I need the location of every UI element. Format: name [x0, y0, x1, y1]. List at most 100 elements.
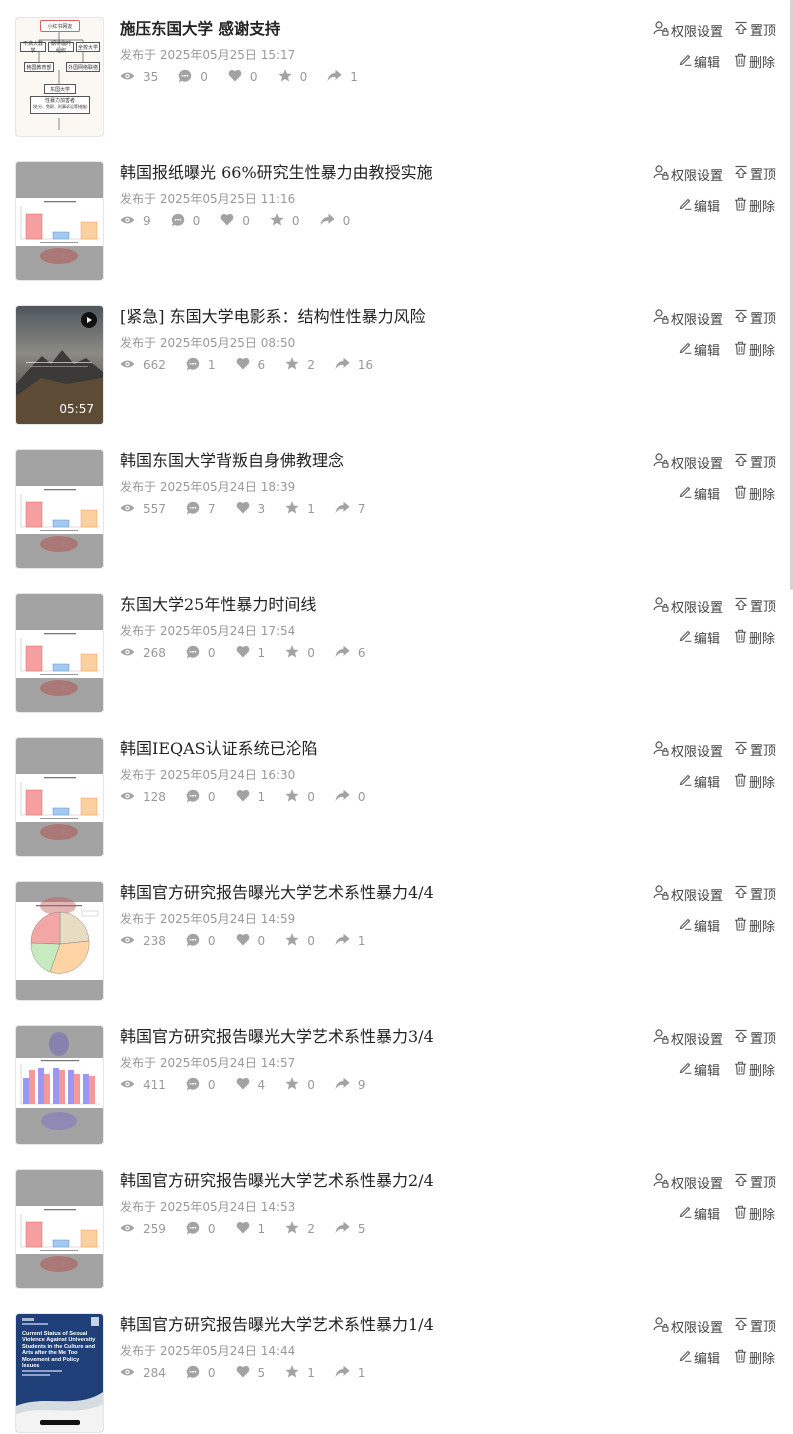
permission-label: 权限设置 — [671, 456, 724, 472]
post-item[interactable]: 韩国IEQAS认证系统已沦陷 发布于 2025年05月24日 16:30 128 0 1… — [0, 738, 793, 858]
favorites-stat: 0 — [277, 69, 307, 85]
permission-settings-button[interactable]: 权限设置 — [653, 452, 723, 472]
comment-icon — [186, 1221, 208, 1238]
pin-top-button[interactable]: 置顶 — [734, 596, 776, 615]
star-icon — [285, 789, 307, 805]
edit-label: 编辑 — [694, 56, 721, 71]
post-title[interactable]: 东国大学25年性暴力时间线 — [120, 594, 620, 616]
post-item[interactable]: 韩国东国大学背叛自身佛教理念 发布于 2025年05月24日 18:39 557 7 3… — [0, 450, 793, 570]
edit-button[interactable]: 编辑 — [679, 1348, 720, 1367]
post-item[interactable]: 东国大学25年性暴力时间线 发布于 2025年05月24日 17:54 268 0 1 0… — [0, 594, 793, 714]
edit-button[interactable]: 编辑 — [679, 340, 720, 359]
comments-stat: 0 — [186, 1221, 216, 1238]
pencil-icon — [679, 1349, 694, 1366]
pin-top-button[interactable]: 置顶 — [734, 164, 776, 183]
permission-settings-button[interactable]: 权限设置 — [653, 164, 723, 184]
post-title[interactable]: 韩国东国大学背叛自身佛教理念 — [120, 450, 620, 472]
edit-button[interactable]: 编辑 — [679, 628, 720, 647]
star-icon — [285, 1365, 307, 1381]
edit-button[interactable]: 编辑 — [679, 196, 720, 215]
post-thumbnail[interactable] — [16, 162, 103, 280]
post-thumbnail[interactable]: 小红书网友 不满大教学 期待临时组织 全校大学 韩国教育部 外国网络联络 东国大学 性暴力加害… — [16, 18, 103, 136]
permission-settings-button[interactable]: 权限设置 — [653, 1316, 723, 1336]
edit-button[interactable]: 编辑 — [679, 52, 720, 71]
delete-button[interactable]: 删除 — [734, 1204, 775, 1223]
edit-button[interactable]: 编辑 — [679, 1060, 720, 1079]
pin-label: 置顶 — [750, 1320, 777, 1335]
shares-count: 5 — [357, 1222, 366, 1236]
permission-settings-button[interactable]: 权限设置 — [653, 1028, 723, 1048]
post-thumbnail[interactable] — [16, 1170, 103, 1288]
post-title[interactable]: 韩国报纸曝光 66%研究生性暴力由教授实施 — [120, 162, 620, 184]
post-thumbnail[interactable] — [16, 594, 103, 712]
play-icon[interactable] — [81, 312, 97, 328]
pin-top-button[interactable]: 置顶 — [734, 452, 776, 471]
views-stat: 411 — [120, 1078, 166, 1092]
post-item[interactable]: 韩国官方研究报告曝光大学艺术系性暴力4/4 发布于 2025年05月24日 14:… — [0, 882, 793, 1002]
shares-stat: 5 — [335, 1221, 366, 1237]
share-icon — [335, 1365, 358, 1381]
post-title[interactable]: [紧急] 东国大学电影系：结构性性暴力风险 — [120, 306, 620, 328]
pin-top-button[interactable]: 置顶 — [734, 884, 776, 903]
pin-top-button[interactable]: 置顶 — [734, 20, 776, 39]
permission-settings-button[interactable]: 权限设置 — [653, 20, 723, 40]
post-title[interactable]: 施压东国大学 感谢支持 — [120, 18, 620, 40]
delete-button[interactable]: 删除 — [734, 628, 775, 647]
edit-button[interactable]: 编辑 — [679, 484, 720, 503]
pin-top-button[interactable]: 置顶 — [734, 740, 776, 759]
pin-top-button[interactable]: 置顶 — [734, 308, 776, 327]
delete-button[interactable]: 删除 — [734, 916, 775, 935]
delete-button[interactable]: 删除 — [734, 1060, 775, 1079]
post-title[interactable]: 韩国IEQAS认证系统已沦陷 — [120, 738, 620, 760]
post-thumbnail[interactable] — [16, 450, 103, 568]
post-thumbnail[interactable]: 05:57 — [16, 306, 103, 424]
delete-button[interactable]: 删除 — [734, 772, 775, 791]
edit-button[interactable]: 编辑 — [679, 1204, 720, 1223]
comment-icon — [186, 933, 208, 950]
pin-top-icon — [734, 741, 750, 759]
post-date: 发布于 2025年05月25日 08:50 — [120, 336, 296, 350]
permission-settings-button[interactable]: 权限设置 — [653, 308, 723, 328]
comment-icon — [171, 213, 193, 230]
post-title[interactable]: 韩国官方研究报告曝光大学艺术系性暴力1/4 — [120, 1314, 620, 1336]
share-icon — [335, 357, 358, 373]
post-title[interactable]: 韩国官方研究报告曝光大学艺术系性暴力4/4 — [120, 882, 620, 904]
delete-button[interactable]: 删除 — [734, 196, 775, 215]
post-thumbnail[interactable] — [16, 1026, 103, 1144]
edit-button[interactable]: 编辑 — [679, 772, 720, 791]
post-thumbnail[interactable]: Current Status of Sexual Violence Agains… — [16, 1314, 103, 1432]
post-title[interactable]: 韩国官方研究报告曝光大学艺术系性暴力3/4 — [120, 1026, 620, 1048]
permission-settings-button[interactable]: 权限设置 — [653, 1172, 723, 1192]
likes-stat: 5 — [236, 1365, 265, 1381]
delete-label: 删除 — [749, 1208, 776, 1223]
likes-count: 1 — [257, 1222, 266, 1236]
edit-button[interactable]: 编辑 — [679, 916, 720, 935]
pencil-icon — [679, 485, 694, 502]
delete-button[interactable]: 删除 — [734, 484, 775, 503]
trash-icon — [734, 341, 749, 359]
post-title[interactable]: 韩国官方研究报告曝光大学艺术系性暴力2/4 — [120, 1170, 620, 1192]
delete-button[interactable]: 删除 — [734, 1348, 775, 1367]
likes-stat: 1 — [236, 1221, 266, 1237]
pencil-icon — [679, 917, 694, 934]
post-item[interactable]: 小红书网友 不满大教学 期待临时组织 全校大学 韩国教育部 外国网络联络 东国大学 性暴力加害… — [0, 18, 793, 138]
shares-stat: 16 — [335, 357, 373, 373]
permission-settings-button[interactable]: 权限设置 — [653, 596, 723, 616]
delete-button[interactable]: 删除 — [734, 340, 775, 359]
post-item[interactable]: 05:57 [紧急] 东国大学电影系：结构性性暴力风险发布于 2025年05月25… — [0, 306, 793, 426]
post-item[interactable]: 韩国报纸曝光 66%研究生性暴力由教授实施 发布于 2025年05月25日 11:… — [0, 162, 793, 282]
permission-settings-button[interactable]: 权限设置 — [653, 884, 723, 904]
pin-label: 置顶 — [750, 600, 777, 615]
delete-button[interactable]: 删除 — [734, 52, 775, 71]
pin-top-button[interactable]: 置顶 — [734, 1172, 776, 1191]
post-item[interactable]: 韩国官方研究报告曝光大学艺术系性暴力3/4 发布于 2025年05月24日 14:… — [0, 1026, 793, 1146]
pin-top-button[interactable]: 置顶 — [734, 1028, 776, 1047]
favorites-count: 2 — [307, 1222, 315, 1236]
permission-settings-button[interactable]: 权限设置 — [653, 740, 723, 760]
comment-icon — [186, 645, 208, 662]
post-thumbnail[interactable] — [16, 738, 103, 856]
pin-top-button[interactable]: 置顶 — [734, 1316, 776, 1335]
post-item[interactable]: 韩国官方研究报告曝光大学艺术系性暴力2/4 发布于 2025年05月24日 14:… — [0, 1170, 793, 1290]
post-thumbnail[interactable] — [16, 882, 103, 1000]
post-item[interactable]: Current Status of Sexual Violence Agains… — [0, 1314, 793, 1434]
